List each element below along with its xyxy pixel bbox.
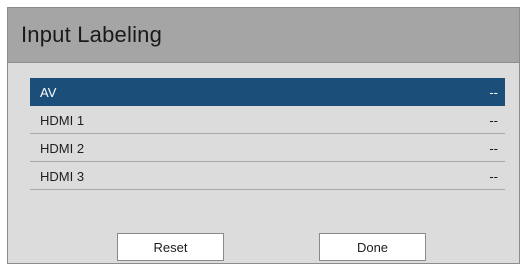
input-row-hdmi-1[interactable]: HDMI 1 -- [30,106,505,134]
dialog-title-bar: Input Labeling [8,8,519,63]
input-value: -- [489,141,498,156]
input-value: -- [489,113,498,128]
input-list: AV -- HDMI 1 -- HDMI 2 -- HDMI 3 -- [30,78,505,190]
input-row-av[interactable]: AV -- [30,78,505,106]
input-label: HDMI 1 [40,113,85,128]
input-labeling-dialog: Input Labeling AV -- HDMI 1 -- HDMI 2 --… [7,7,520,264]
input-value: -- [489,85,498,100]
dialog-title: Input Labeling [21,22,163,47]
reset-button[interactable]: Reset [117,233,224,261]
input-label: AV [40,85,57,100]
input-value: -- [489,169,498,184]
input-row-hdmi-3[interactable]: HDMI 3 -- [30,162,505,190]
input-label: HDMI 3 [40,169,85,184]
input-label: HDMI 2 [40,141,85,156]
input-row-hdmi-2[interactable]: HDMI 2 -- [30,134,505,162]
done-button[interactable]: Done [319,233,426,261]
